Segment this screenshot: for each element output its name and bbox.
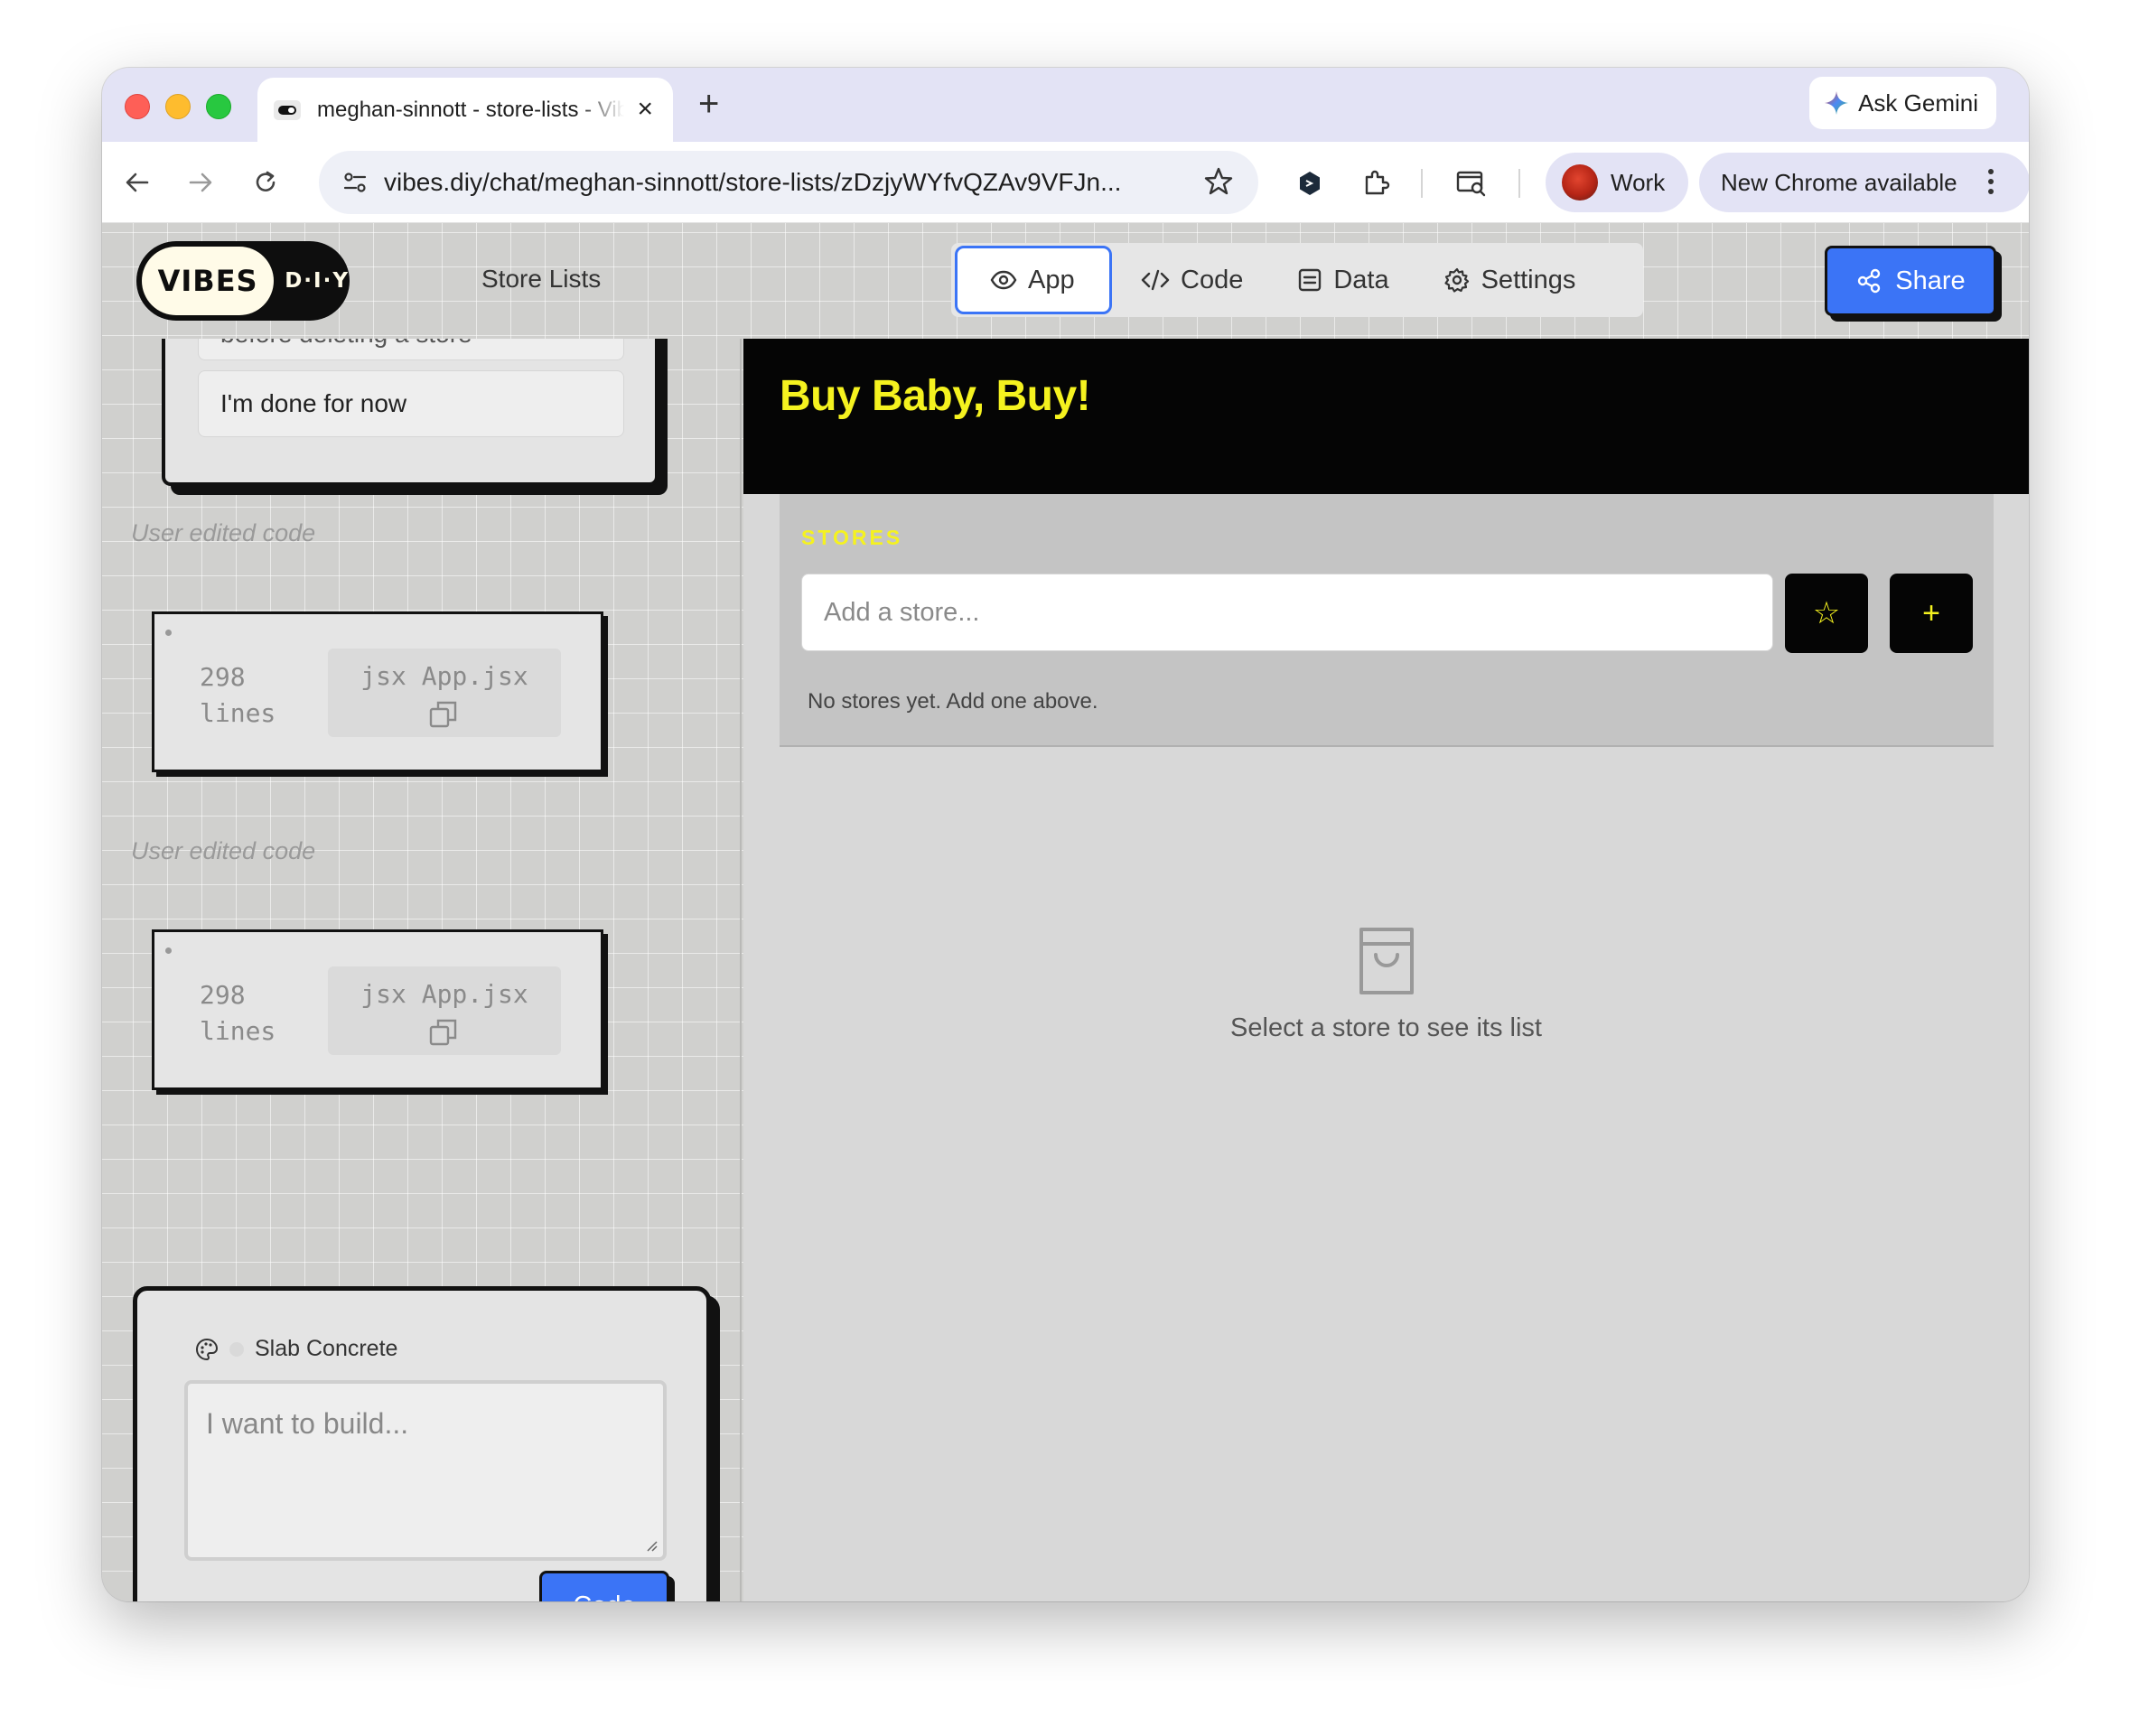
browser-toolbar: vibes.diy/chat/meghan-sinnott/store-list… bbox=[102, 142, 2029, 223]
resize-grip-icon[interactable] bbox=[645, 1539, 658, 1552]
favorite-store-button[interactable]: ☆ bbox=[1785, 574, 1868, 653]
suggestion-chip[interactable]: before deleting a store bbox=[198, 339, 624, 360]
code-submit-button[interactable]: Code bbox=[539, 1571, 669, 1601]
tab-strip: meghan-sinnott - store-lists - Vibes DIY… bbox=[102, 68, 2029, 142]
page-content: VIBES D·I·Y Store Lists App Code Data Se… bbox=[102, 223, 2029, 1601]
vibes-favicon-icon bbox=[274, 99, 301, 120]
minimize-window-button[interactable] bbox=[165, 94, 191, 119]
logo-text: VIBES bbox=[142, 247, 275, 315]
url-text: vibes.diy/chat/meghan-sinnott/store-list… bbox=[384, 168, 1122, 196]
profile-label: Work bbox=[1611, 168, 1666, 196]
line-count: 298 lines bbox=[200, 980, 276, 1046]
browser-tab[interactable]: meghan-sinnott - store-lists - Vibes DIY… bbox=[257, 78, 673, 142]
stores-section: STORES Add a store... ☆ + No stores yet.… bbox=[780, 494, 1994, 747]
panel-divider bbox=[740, 339, 742, 1601]
extension-hexagon-icon[interactable] bbox=[1292, 165, 1328, 201]
add-store-button[interactable]: + bbox=[1890, 574, 1973, 653]
cast-search-icon[interactable] bbox=[1453, 165, 1490, 201]
browser-window: meghan-sinnott - store-lists - Vibes DIY… bbox=[102, 68, 2029, 1601]
maximize-window-button[interactable] bbox=[206, 94, 231, 119]
empty-state: Select a store to see its list bbox=[743, 926, 2029, 1043]
tab-data[interactable]: Data bbox=[1272, 246, 1414, 314]
address-bar[interactable]: vibes.diy/chat/meghan-sinnott/store-list… bbox=[319, 151, 1258, 214]
edit-note: User edited code bbox=[131, 519, 316, 546]
tab-settings[interactable]: Settings bbox=[1418, 246, 1602, 314]
page-title: Store Lists bbox=[481, 265, 602, 293]
ask-gemini-label: Ask Gemini bbox=[1858, 89, 1978, 117]
status-dot bbox=[165, 630, 172, 636]
prompt-composer: Slab Concrete I want to build... Code bbox=[133, 1286, 711, 1601]
prompt-textarea[interactable]: I want to build... bbox=[184, 1380, 667, 1561]
bookmark-star-icon[interactable] bbox=[1202, 165, 1235, 202]
theme-swatch bbox=[229, 1341, 244, 1357]
forward-arrow-icon[interactable] bbox=[183, 165, 218, 200]
file-chip[interactable]: jsx App.jsx bbox=[328, 966, 561, 1055]
close-window-button[interactable] bbox=[125, 94, 150, 119]
tab-code-label: Code bbox=[1181, 265, 1244, 294]
palette-icon bbox=[196, 1338, 219, 1360]
empty-state-message: Select a store to see its list bbox=[1230, 1013, 1542, 1042]
copy-icon[interactable] bbox=[428, 1017, 459, 1048]
new-tab-button[interactable]: + bbox=[698, 84, 719, 124]
status-dot bbox=[165, 947, 172, 954]
file-chip[interactable]: jsx App.jsx bbox=[328, 649, 561, 737]
app-preview: Buy Baby, Buy! STORES Add a store... ☆ +… bbox=[743, 339, 2029, 1601]
theme-selector[interactable]: Slab Concrete bbox=[195, 1336, 397, 1362]
share-icon bbox=[1858, 268, 1881, 294]
gemini-sparkle-icon bbox=[1825, 91, 1849, 115]
add-store-placeholder: Add a store... bbox=[824, 597, 980, 627]
update-label: New Chrome available bbox=[1721, 168, 1957, 196]
avatar bbox=[1562, 164, 1598, 201]
close-tab-icon[interactable]: × bbox=[637, 96, 653, 123]
app-title: Buy Baby, Buy! bbox=[780, 372, 1091, 420]
add-store-input[interactable]: Add a store... bbox=[801, 574, 1773, 651]
share-button[interactable]: Share bbox=[1825, 246, 1996, 316]
tab-title: meghan-sinnott - store-lists - Vibes DIY bbox=[317, 97, 624, 122]
profile-button[interactable]: Work bbox=[1546, 153, 1689, 212]
file-name: jsx App.jsx bbox=[360, 661, 528, 691]
line-count: 298 lines bbox=[200, 662, 276, 728]
suggestions-card: before deleting a store I'm done for now bbox=[162, 339, 659, 486]
more-menu-icon[interactable] bbox=[1988, 169, 1994, 199]
extensions-puzzle-icon[interactable] bbox=[1358, 165, 1394, 201]
theme-name: Slab Concrete bbox=[255, 1336, 398, 1361]
no-stores-message: No stores yet. Add one above. bbox=[808, 689, 1098, 714]
tab-settings-label: Settings bbox=[1481, 265, 1576, 294]
code-icon bbox=[1141, 269, 1170, 291]
copy-icon[interactable] bbox=[428, 699, 459, 730]
stores-heading: STORES bbox=[801, 526, 903, 549]
toolbar-divider bbox=[1421, 169, 1423, 198]
tab-app[interactable]: App bbox=[955, 246, 1112, 314]
tab-code[interactable]: Code bbox=[1116, 246, 1268, 314]
code-edit-card[interactable]: 298 lines jsx App.jsx bbox=[152, 611, 603, 772]
toolbar-divider bbox=[1518, 169, 1520, 198]
edit-note: User edited code bbox=[131, 837, 316, 864]
prompt-placeholder: I want to build... bbox=[206, 1407, 409, 1440]
tab-data-label: Data bbox=[1333, 265, 1389, 294]
back-arrow-icon[interactable] bbox=[120, 165, 154, 200]
code-edit-card[interactable]: 298 lines jsx App.jsx bbox=[152, 929, 603, 1090]
eye-icon bbox=[990, 270, 1017, 290]
chrome-update-button[interactable]: New Chrome available bbox=[1699, 153, 2029, 212]
star-icon: ☆ bbox=[1812, 596, 1841, 630]
site-settings-icon[interactable] bbox=[339, 166, 371, 199]
file-name: jsx App.jsx bbox=[360, 979, 528, 1009]
view-tabs: App Code Data Settings bbox=[951, 243, 1643, 317]
tab-app-label: App bbox=[1028, 265, 1075, 294]
share-label: Share bbox=[1895, 266, 1966, 295]
database-icon bbox=[1299, 268, 1322, 292]
ask-gemini-button[interactable]: Ask Gemini bbox=[1809, 77, 1996, 129]
logo-suffix: D·I·Y bbox=[285, 269, 350, 293]
app-header: Buy Baby, Buy! bbox=[743, 339, 2029, 494]
shopping-bag-icon bbox=[1359, 928, 1414, 994]
vibes-logo[interactable]: VIBES D·I·Y bbox=[136, 241, 350, 321]
plus-icon: + bbox=[1922, 595, 1940, 630]
reload-icon[interactable] bbox=[248, 165, 283, 200]
suggestion-done-chip[interactable]: I'm done for now bbox=[198, 370, 624, 437]
gear-icon bbox=[1443, 267, 1469, 293]
